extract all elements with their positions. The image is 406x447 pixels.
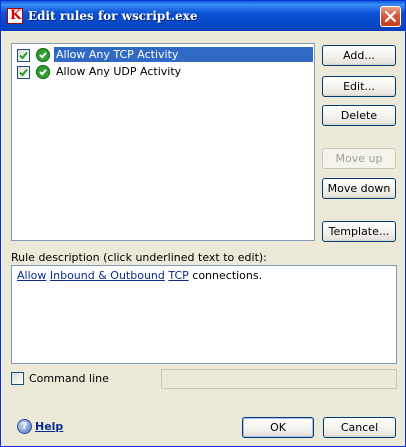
command-line-label: Command line [29, 372, 109, 385]
move-down-button[interactable]: Move down [322, 178, 396, 199]
direction-link[interactable]: Inbound & Outbound [50, 269, 165, 282]
edit-rules-dialog: K Edit rules for wscript.exe Allow Any T… [0, 0, 406, 447]
protocol-link[interactable]: TCP [168, 269, 188, 282]
rule-label: Allow Any UDP Activity [56, 65, 182, 78]
kaspersky-k-icon: K [7, 8, 23, 24]
rules-list[interactable]: Allow Any TCP Activity Allow Any UDP Act… [11, 43, 315, 241]
title-bar[interactable]: K Edit rules for wscript.exe [1, 1, 405, 31]
rule-label: Allow Any TCP Activity [54, 47, 313, 62]
rule-description-label: Rule description (click underlined text … [11, 251, 267, 264]
command-line-checkbox[interactable] [11, 372, 24, 385]
rule-description-box: Allow Inbound & Outbound TCP connections… [11, 265, 397, 364]
edit-button[interactable]: Edit... [322, 76, 396, 97]
list-item[interactable]: Allow Any TCP Activity [15, 47, 313, 63]
green-check-icon [36, 48, 50, 62]
action-link[interactable]: Allow [17, 269, 46, 282]
cancel-button[interactable]: Cancel [323, 417, 396, 438]
checkmark-icon [19, 51, 28, 60]
close-button[interactable] [380, 6, 401, 27]
help-icon[interactable]: ? [17, 419, 32, 434]
list-item[interactable]: Allow Any UDP Activity [15, 64, 313, 80]
description-suffix: connections. [192, 269, 263, 282]
template-button[interactable]: Template... [322, 221, 396, 242]
command-line-input[interactable] [161, 369, 397, 389]
move-up-button[interactable]: Move up [322, 148, 396, 169]
checkmark-icon [19, 68, 28, 77]
ok-button[interactable]: OK [242, 417, 314, 438]
rule-enabled-checkbox[interactable] [17, 66, 30, 79]
add-button[interactable]: Add... [322, 45, 396, 66]
close-icon [385, 11, 396, 22]
window-title: Edit rules for wscript.exe [28, 9, 198, 23]
green-check-icon [36, 65, 50, 79]
help-link[interactable]: Help [35, 420, 63, 433]
delete-button[interactable]: Delete [322, 105, 396, 126]
rule-enabled-checkbox[interactable] [17, 49, 30, 62]
